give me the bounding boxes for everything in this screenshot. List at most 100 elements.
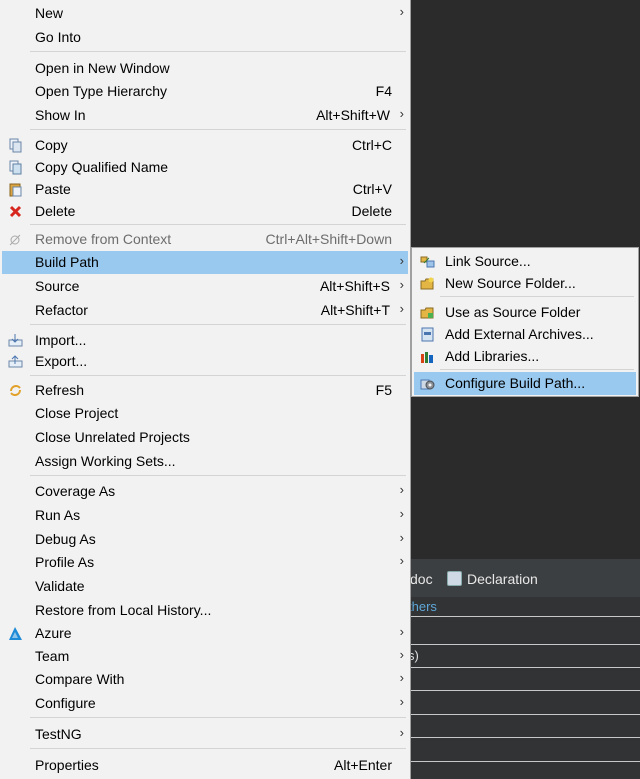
copy-icon [8, 138, 23, 153]
menu-item-assign-working-sets[interactable]: Assign Working Sets... [2, 450, 408, 473]
menu-item-team[interactable]: Team › [2, 645, 408, 668]
table-divider [405, 690, 640, 691]
build-path-submenu: Link Source... New Source Folder... Use … [411, 247, 639, 397]
menu-item-source[interactable]: Source Alt+Shift+S › [2, 275, 408, 298]
menu-item-validate[interactable]: Validate [2, 575, 408, 598]
submenu-item-use-as-source-folder[interactable]: Use as Source Folder [414, 301, 636, 324]
shortcut: Delete [351, 203, 392, 219]
shortcut: Alt+Enter [334, 757, 392, 773]
new-source-folder-icon [420, 276, 435, 291]
chevron-right-icon: › [399, 530, 404, 545]
menu-separator [440, 369, 634, 370]
azure-icon [8, 626, 23, 641]
configure-build-path-icon [420, 376, 435, 391]
refresh-icon [8, 383, 23, 398]
shortcut: Alt+Shift+W [316, 107, 390, 123]
panel-link[interactable]: thers [408, 599, 437, 614]
add-external-archives-icon [420, 327, 435, 342]
link-source-icon [420, 254, 435, 269]
menu-item-debug-as[interactable]: Debug As › [2, 528, 408, 551]
menu-item-build-path[interactable]: Build Path › [2, 251, 408, 274]
bottom-panel: doc Declaration thers s) [405, 559, 640, 779]
menu-separator [440, 296, 634, 297]
submenu-item-new-source-folder[interactable]: New Source Folder... [414, 272, 636, 295]
menu-item-remove-from-context[interactable]: Remove from Context Ctrl+Alt+Shift+Down [2, 228, 408, 251]
tab-javadoc[interactable]: doc [410, 571, 433, 587]
menu-separator [30, 717, 406, 718]
menu-item-testng[interactable]: TestNG › [2, 723, 408, 746]
menu-item-open-in-new-window[interactable]: Open in New Window [2, 57, 408, 80]
menu-item-configure[interactable]: Configure › [2, 692, 408, 715]
add-libraries-icon [420, 349, 435, 364]
paste-icon [8, 182, 23, 197]
chevron-right-icon: › [399, 647, 404, 662]
menu-item-copy-qualified-name[interactable]: Copy Qualified Name [2, 156, 408, 179]
chevron-right-icon: › [399, 253, 404, 268]
menu-item-go-into[interactable]: Go Into [2, 26, 408, 49]
menu-item-refresh[interactable]: Refresh F5 [2, 379, 408, 402]
chevron-right-icon: › [399, 482, 404, 497]
menu-item-profile-as[interactable]: Profile As › [2, 551, 408, 574]
shortcut: Alt+Shift+T [320, 302, 390, 318]
menu-item-coverage-as[interactable]: Coverage As › [2, 480, 408, 503]
shortcut: Alt+Shift+S [319, 278, 390, 294]
menu-item-paste[interactable]: Paste Ctrl+V [2, 178, 408, 201]
delete-icon [8, 204, 23, 219]
declaration-icon [447, 571, 462, 586]
menu-item-open-type-hierarchy[interactable]: Open Type Hierarchy F4 [2, 80, 408, 103]
tab-declaration[interactable]: Declaration [447, 571, 538, 587]
menu-separator [30, 51, 406, 52]
menu-item-delete[interactable]: Delete Delete [2, 200, 408, 223]
menu-separator [30, 475, 406, 476]
menu-separator [30, 375, 406, 376]
menu-item-refactor[interactable]: Refactor Alt+Shift+T › [2, 299, 408, 322]
menu-item-compare-with[interactable]: Compare With › [2, 668, 408, 691]
menu-separator [30, 129, 406, 130]
menu-separator [30, 748, 406, 749]
chevron-right-icon: › [399, 624, 404, 639]
chevron-right-icon: › [399, 506, 404, 521]
chevron-right-icon: › [399, 277, 404, 292]
submenu-item-add-external-archives[interactable]: Add External Archives... [414, 323, 636, 346]
menu-separator [30, 224, 406, 225]
menu-item-close-unrelated-projects[interactable]: Close Unrelated Projects [2, 426, 408, 449]
import-icon [8, 333, 23, 348]
menu-item-restore-from-local-history[interactable]: Restore from Local History... [2, 599, 408, 622]
table-divider [405, 616, 640, 617]
table-divider [405, 761, 640, 762]
menu-item-close-project[interactable]: Close Project [2, 402, 408, 425]
submenu-item-configure-build-path[interactable]: Configure Build Path... [414, 372, 636, 395]
table-divider [405, 737, 640, 738]
copy-qualified-name-icon [8, 160, 23, 175]
shortcut: Ctrl+C [351, 137, 392, 153]
menu-item-azure[interactable]: Azure › [2, 622, 408, 645]
chevron-right-icon: › [399, 106, 404, 121]
export-icon [8, 354, 23, 369]
context-menu: New › Go Into Open in New Window Open Typ… [0, 0, 411, 779]
menu-item-new[interactable]: New › [2, 2, 408, 25]
menu-item-copy[interactable]: Copy Ctrl+C [2, 134, 408, 157]
menu-item-import[interactable]: Import... [2, 329, 408, 352]
menu-item-run-as[interactable]: Run As › [2, 504, 408, 527]
table-divider [405, 714, 640, 715]
chevron-right-icon: › [399, 553, 404, 568]
chevron-right-icon: › [399, 725, 404, 740]
menu-item-show-in[interactable]: Show In Alt+Shift+W › [2, 104, 408, 127]
shortcut: F4 [375, 83, 392, 99]
chevron-right-icon: › [399, 4, 404, 19]
submenu-item-link-source[interactable]: Link Source... [414, 250, 636, 273]
submenu-item-add-libraries[interactable]: Add Libraries... [414, 345, 636, 368]
shortcut: F5 [375, 382, 392, 398]
shortcut: Ctrl+Alt+Shift+Down [265, 231, 392, 247]
chevron-right-icon: › [399, 694, 404, 709]
chevron-right-icon: › [399, 301, 404, 316]
menu-item-properties[interactable]: Properties Alt+Enter [2, 754, 408, 777]
shortcut: Ctrl+V [352, 181, 392, 197]
table-divider [405, 667, 640, 668]
table-divider [405, 644, 640, 645]
tab-declaration-label: Declaration [467, 571, 538, 587]
menu-item-export[interactable]: Export... [2, 350, 408, 373]
menu-separator [30, 324, 406, 325]
remove-from-context-icon [8, 232, 23, 247]
panel-tab-bar: doc Declaration [405, 559, 640, 597]
